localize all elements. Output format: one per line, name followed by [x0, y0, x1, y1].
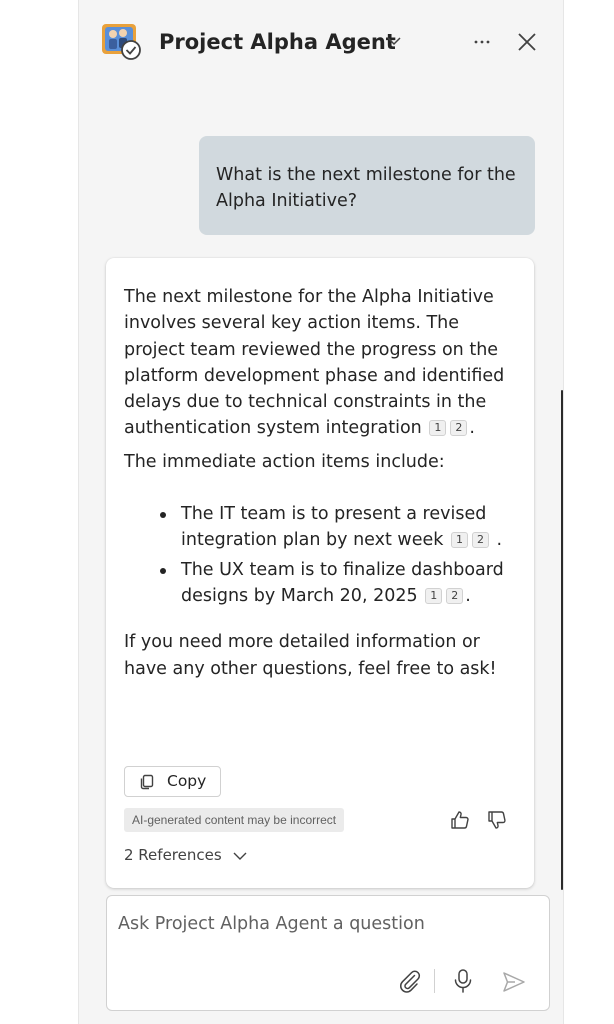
thumbs-up-icon[interactable]: [449, 809, 471, 831]
response-paragraph: If you need more detailed information or…: [124, 632, 497, 679]
response-paragraph: The next milestone for the Alpha Initiat…: [124, 287, 505, 439]
ai-disclaimer-badge: AI-generated content may be incorrect: [124, 808, 345, 832]
send-icon[interactable]: [501, 970, 527, 994]
response-paragraph: The immediate action items include:: [124, 451, 445, 472]
list-item: The IT team is to present a revised inte…: [160, 501, 520, 554]
citation-badge[interactable]: 1: [450, 532, 468, 549]
citation-badge[interactable]: 1: [425, 587, 443, 604]
citation-badge[interactable]: 2: [450, 420, 468, 437]
copy-icon: [139, 774, 155, 790]
user-message-bubble: What is the next milestone for the Alpha…: [199, 136, 535, 235]
chevron-down-icon[interactable]: [232, 850, 248, 862]
microphone-icon[interactable]: [451, 968, 475, 994]
copy-label: Copy: [167, 772, 207, 790]
close-icon[interactable]: [515, 30, 539, 54]
citation-badge[interactable]: 2: [471, 532, 489, 549]
message-composer: [106, 895, 550, 1011]
agent-avatar-icon: [101, 22, 145, 62]
user-message-text: What is the next milestone for the Alpha…: [216, 165, 516, 211]
references-toggle[interactable]: 2 References: [124, 846, 222, 864]
paperclip-icon[interactable]: [397, 968, 423, 994]
panel-header: Project Alpha Agent: [79, 0, 565, 86]
agent-response-card: The next milestone for the Alpha Initiat…: [106, 258, 534, 888]
citation-badge[interactable]: 1: [429, 420, 447, 437]
copy-button[interactable]: Copy: [124, 766, 221, 797]
agent-title[interactable]: Project Alpha Agent: [159, 30, 396, 54]
message-input[interactable]: [118, 914, 538, 934]
action-items-list: The IT team is to present a revised inte…: [124, 501, 520, 609]
chat-panel: Project Alpha Agent What is the next mil…: [78, 0, 564, 1024]
response-body: The next milestone for the Alpha Initiat…: [124, 284, 520, 689]
more-options-button[interactable]: [469, 30, 495, 54]
citation-badge[interactable]: 2: [446, 587, 464, 604]
chevron-down-icon[interactable]: [385, 34, 403, 48]
scrollbar[interactable]: [561, 390, 563, 890]
toolbar-divider: [434, 969, 435, 993]
thumbs-down-icon[interactable]: [486, 809, 508, 831]
list-item: The UX team is to finalize dashboard des…: [160, 557, 520, 610]
